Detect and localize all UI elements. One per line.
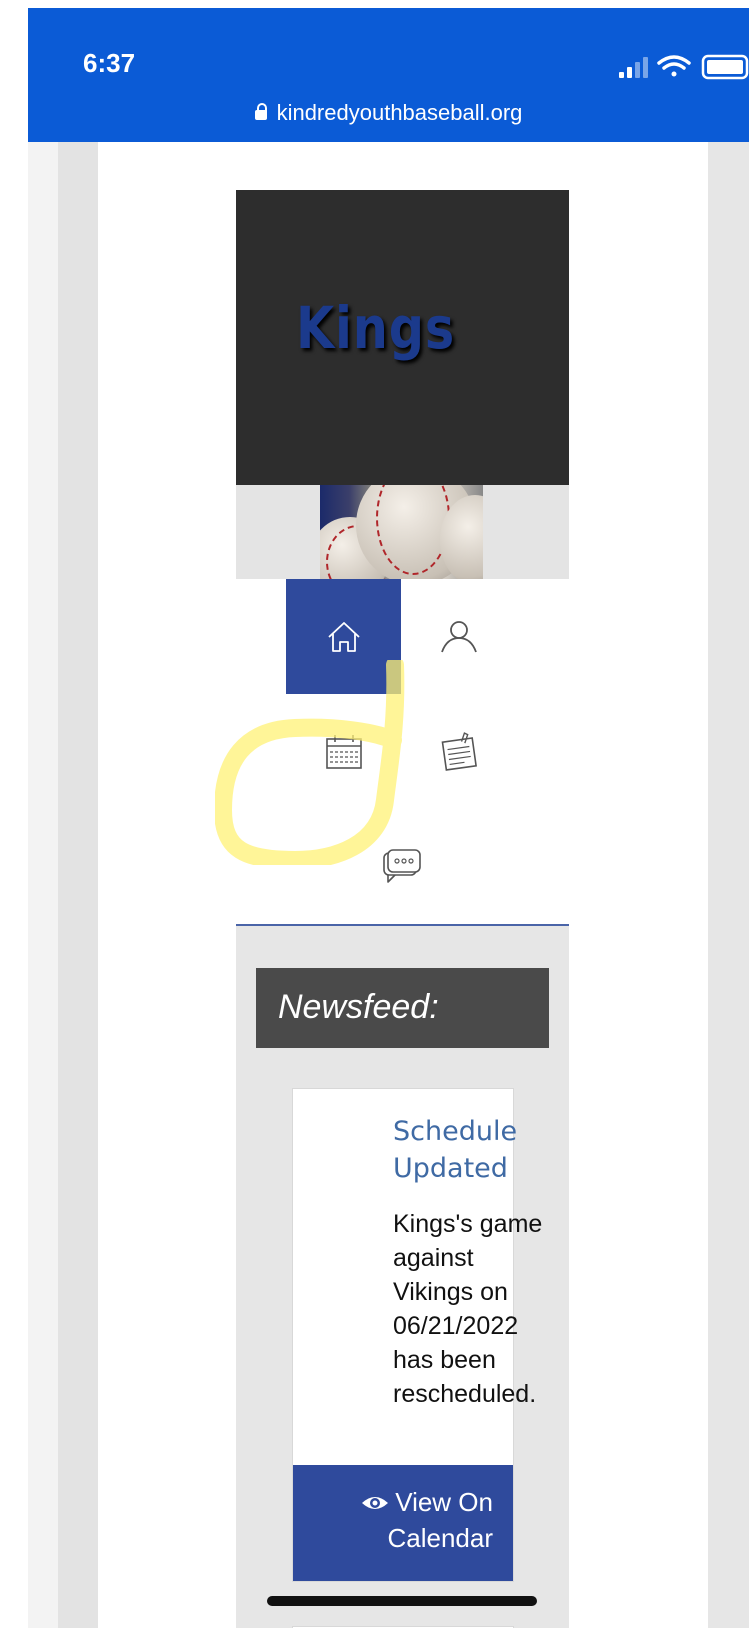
- baseball-photo: [320, 485, 483, 579]
- phone-screen: 6:37 kindredyouthbaseball.org Kings News…: [0, 0, 749, 1628]
- team-nav: [236, 579, 569, 924]
- view-on-calendar-line1: View On: [361, 1487, 493, 1518]
- calendar-label: Calendar: [387, 1523, 493, 1553]
- right-gutter: [708, 142, 749, 1628]
- browser-bar: 6:37 kindredyouthbaseball.org: [28, 8, 749, 142]
- newsfeed-header: Newsfeed:: [256, 968, 549, 1048]
- eye-icon: [362, 1496, 389, 1509]
- notepad-icon: [441, 731, 477, 771]
- news-card-body: Kings's game against Vikings on 06/21/20…: [393, 1210, 543, 1408]
- status-icons: [619, 54, 749, 80]
- nav-roster[interactable]: [401, 579, 516, 694]
- newsfeed-heading: Newsfeed:: [278, 988, 439, 1026]
- signal-icon: [619, 57, 648, 78]
- nav-calendar[interactable]: [286, 694, 401, 809]
- battery-icon: [701, 54, 749, 80]
- nav-messages[interactable]: [344, 809, 459, 924]
- lock-icon: [254, 103, 267, 120]
- view-on-calendar-button[interactable]: View On Calendar: [293, 1465, 513, 1581]
- nav-notes[interactable]: [401, 694, 516, 809]
- left-gutter: [28, 142, 58, 1628]
- news-card-title[interactable]: Schedule Updated: [393, 1113, 543, 1187]
- newsfeed-section: Newsfeed: Schedule Updated Kings's game …: [236, 926, 569, 1628]
- url-bar[interactable]: kindredyouthbaseball.org: [28, 100, 749, 126]
- nav-home[interactable]: [286, 579, 401, 694]
- home-indicator[interactable]: [267, 1596, 537, 1606]
- wifi-icon: [657, 55, 691, 77]
- url-text: kindredyouthbaseball.org: [276, 100, 523, 125]
- left-edge: [0, 0, 28, 1628]
- view-on-label: View On: [395, 1487, 493, 1517]
- banner-row: [236, 485, 569, 579]
- status-time: 6:37: [83, 48, 136, 78]
- home-icon: [327, 621, 360, 652]
- team-logo: Kings: [236, 190, 569, 485]
- calendar-icon: [325, 734, 362, 769]
- news-card: Schedule Updated Kings's game against Vi…: [292, 1088, 542, 1582]
- team-logo-text: Kings: [296, 294, 456, 362]
- person-icon: [440, 620, 477, 652]
- chat-icon: [382, 848, 421, 883]
- left-inner-gutter: [58, 142, 98, 1628]
